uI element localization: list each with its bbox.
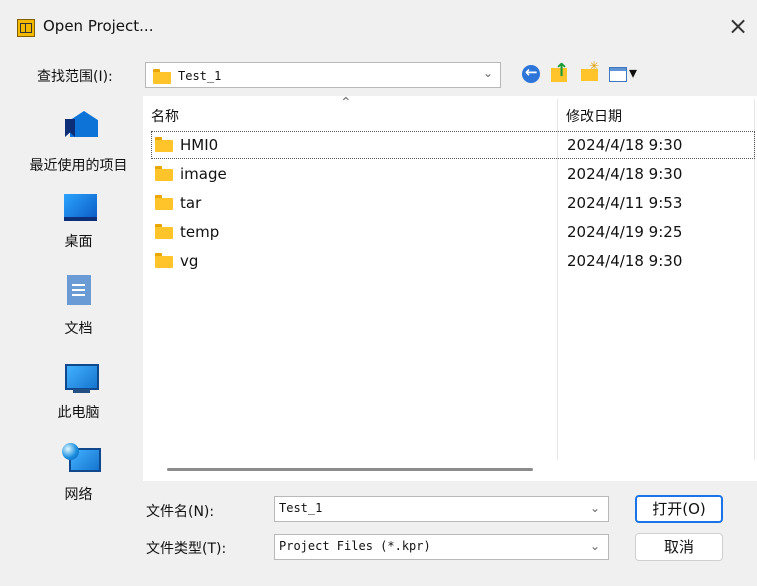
up-folder-icon[interactable] (549, 60, 573, 87)
file-name: HMI0 (180, 136, 219, 154)
places-bar: 最近使用的项目 桌面 文档 此电脑 网络 (20, 96, 137, 510)
chevron-down-icon: ⌄ (589, 539, 600, 553)
date-column-header[interactable]: 修改日期 (566, 106, 622, 126)
file-date: 2024/4/18 9:30 (567, 252, 683, 270)
place-label: 网络 (64, 487, 93, 503)
cancel-button[interactable]: 取消 (635, 533, 723, 561)
filename-value: Test_1 (279, 501, 323, 515)
name-column-header[interactable]: 名称 (151, 106, 179, 126)
look-in-label: 查找范围(I): (37, 69, 113, 85)
file-date: 2024/4/11 9:53 (567, 194, 683, 212)
recent-places-icon (57, 101, 101, 143)
place-label: 最近使用的项目 (29, 158, 128, 174)
folder-icon (155, 195, 173, 210)
place-recent[interactable]: 最近使用的项目 (20, 101, 137, 181)
look-in-value: Test_1 (178, 69, 222, 83)
place-desktop[interactable]: 桌面 (20, 185, 137, 265)
project-icon (17, 19, 35, 37)
file-row[interactable]: temp 2024/4/19 9:25 (151, 218, 755, 246)
folder-icon (155, 137, 173, 152)
documents-icon (57, 267, 101, 309)
network-icon (57, 437, 101, 479)
back-icon[interactable] (521, 63, 545, 87)
file-date: 2024/4/19 9:25 (567, 223, 683, 241)
desktop-icon (57, 185, 101, 227)
file-row[interactable]: vg 2024/4/18 9:30 (151, 247, 755, 275)
file-row[interactable]: tar 2024/4/11 9:53 (151, 189, 755, 217)
place-network[interactable]: 网络 (20, 437, 137, 517)
horizontal-scrollbar[interactable] (143, 460, 757, 481)
place-label: 桌面 (64, 234, 93, 250)
folder-icon (155, 166, 173, 181)
title-bar: Open Project... × (0, 0, 757, 46)
window-title: Open Project... (43, 17, 154, 35)
sort-up-icon: ⌃ (340, 95, 352, 111)
file-date: 2024/4/18 9:30 (567, 165, 683, 183)
view-menu-icon[interactable] (609, 63, 639, 87)
place-label: 此电脑 (57, 405, 100, 421)
folder-icon (155, 224, 173, 239)
filename-label: 文件名(N): (146, 504, 215, 520)
computer-icon (57, 356, 101, 398)
filetype-label: 文件类型(T): (146, 541, 227, 557)
file-name: image (180, 165, 227, 183)
new-folder-icon[interactable] (579, 59, 603, 87)
folder-icon (153, 69, 171, 84)
place-label: 文档 (64, 321, 93, 337)
chevron-down-icon: ⌄ (589, 501, 600, 515)
file-name: temp (180, 223, 220, 241)
open-button[interactable]: 打开(O) (635, 495, 723, 523)
file-name: tar (180, 194, 202, 212)
file-date: 2024/4/18 9:30 (567, 136, 683, 154)
file-list[interactable]: 名称 ⌃ 修改日期 HMI0 2024/4/18 9:30 image 2024… (143, 95, 757, 462)
filename-field[interactable]: Test_1 ⌄ (274, 496, 609, 522)
folder-icon (155, 253, 173, 268)
file-row[interactable]: HMI0 2024/4/18 9:30 (151, 131, 755, 159)
file-name: vg (180, 252, 199, 270)
place-computer[interactable]: 此电脑 (20, 356, 137, 436)
filetype-select[interactable]: Project Files (*.kpr) ⌄ (274, 534, 609, 560)
filetype-value: Project Files (*.kpr) (279, 539, 431, 553)
chevron-down-icon: ⌄ (482, 66, 493, 80)
file-row[interactable]: image 2024/4/18 9:30 (151, 160, 755, 188)
look-in-combo[interactable]: Test_1 ⌄ (145, 62, 501, 88)
place-documents[interactable]: 文档 (20, 267, 137, 347)
scrollbar-thumb[interactable] (167, 468, 533, 471)
close-button[interactable]: × (722, 10, 754, 42)
